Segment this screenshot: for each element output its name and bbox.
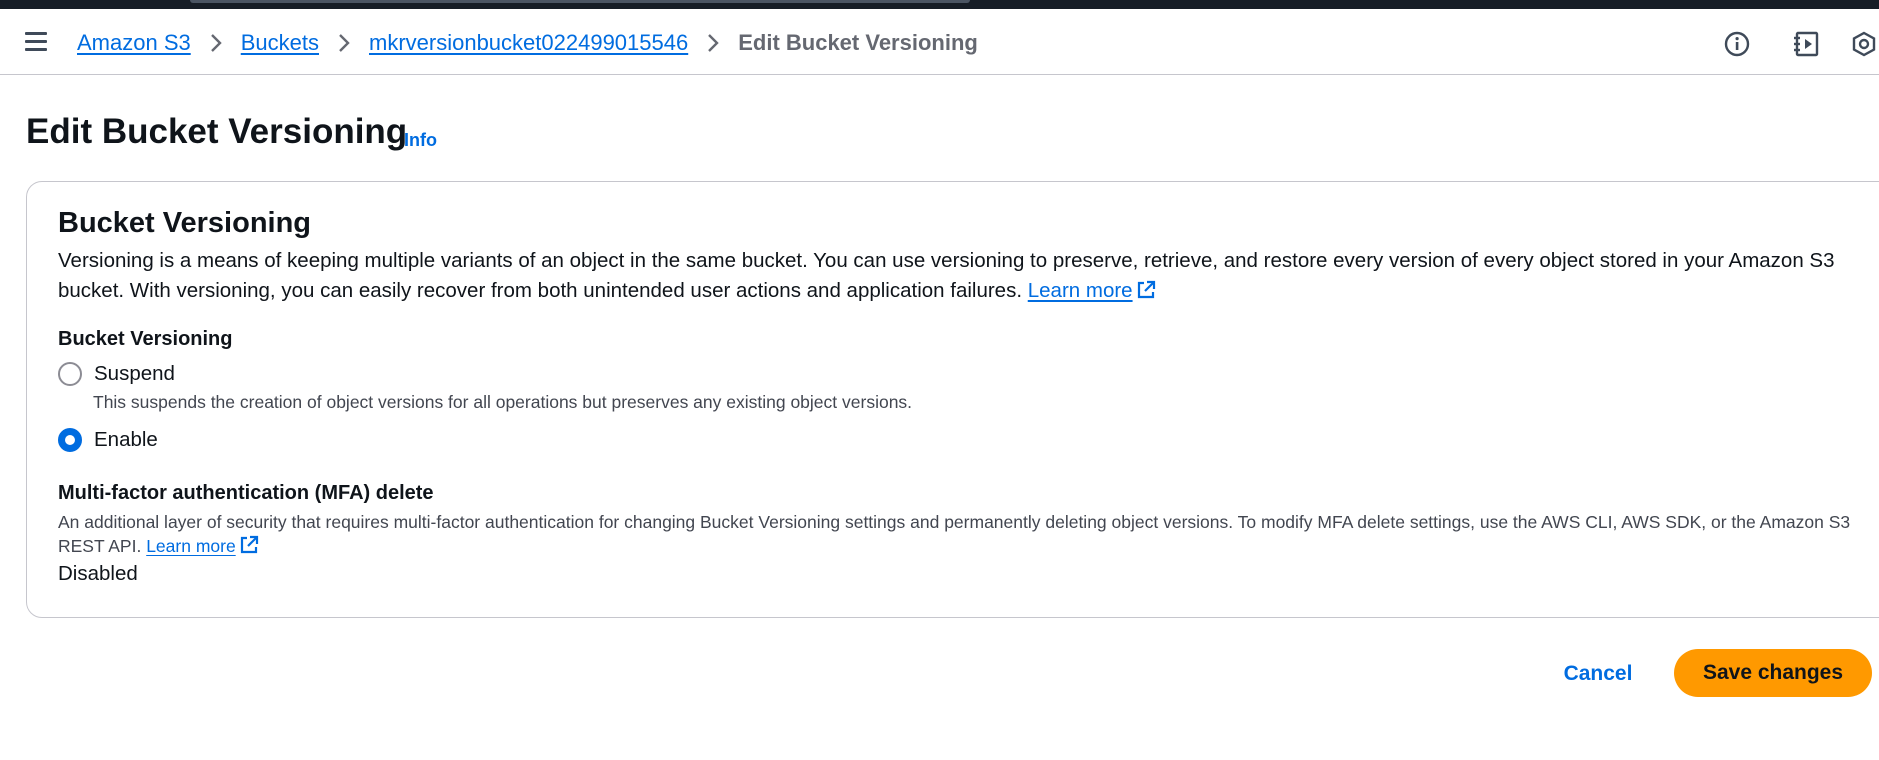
description-text: Versioning is a means of keeping multipl… — [58, 249, 1835, 302]
breadcrumb-amazon-s3[interactable]: Amazon S3 — [77, 30, 191, 56]
mfa-label: Multi-factor authentication (MFA) delete — [58, 482, 434, 504]
breadcrumb-buckets[interactable]: Buckets — [241, 30, 319, 56]
mfa-description: An additional layer of security that req… — [58, 510, 1878, 561]
mfa-value: Disabled — [58, 562, 138, 585]
settings-hex-icon[interactable] — [1849, 29, 1879, 59]
radio-suspend[interactable]: Suspend — [58, 362, 175, 386]
page-title: Edit Bucket Versioning — [26, 112, 408, 151]
radio-suspend-circle[interactable] — [58, 362, 82, 386]
card-description: Versioning is a means of keeping multipl… — [58, 246, 1838, 309]
radio-suspend-label[interactable]: Suspend — [94, 362, 175, 386]
card-title: Bucket Versioning — [58, 207, 312, 239]
breadcrumb-current: Edit Bucket Versioning — [738, 30, 978, 55]
mfa-description-text: An additional layer of security that req… — [58, 512, 1851, 556]
cancel-button[interactable]: Cancel — [1546, 651, 1650, 697]
browser-scroll-indicator — [190, 0, 970, 3]
external-link-icon[interactable] — [1136, 279, 1156, 309]
hamburger-menu-icon[interactable] — [25, 32, 47, 52]
mfa-learn-more-link[interactable]: Learn more — [146, 536, 236, 556]
radio-enable[interactable]: Enable — [58, 428, 158, 452]
save-changes-button[interactable]: Save changes — [1674, 649, 1872, 697]
info-circle-icon[interactable] — [1722, 29, 1752, 59]
radio-enable-circle[interactable] — [58, 428, 82, 452]
console-header: Amazon S3 Buckets mkrversionbucket022499… — [0, 9, 1879, 75]
browser-top-strip — [0, 0, 1879, 9]
chevron-right-icon — [191, 33, 241, 53]
breadcrumb: Amazon S3 Buckets mkrversionbucket022499… — [77, 30, 978, 56]
info-link[interactable]: Info — [404, 130, 437, 151]
chevron-right-icon — [319, 33, 369, 53]
radio-suspend-description: This suspends the creation of object ver… — [93, 392, 913, 412]
external-link-icon[interactable] — [239, 535, 259, 561]
breadcrumb-bucket-name[interactable]: mkrversionbucket022499015546 — [369, 30, 688, 56]
versioning-card: Bucket Versioning Versioning is a means … — [26, 181, 1879, 618]
radio-enable-label[interactable]: Enable — [94, 428, 158, 452]
chevron-right-icon — [688, 33, 738, 53]
play-panel-icon[interactable] — [1792, 29, 1822, 59]
versioning-field-label: Bucket Versioning — [58, 328, 233, 350]
learn-more-link[interactable]: Learn more — [1028, 279, 1133, 302]
